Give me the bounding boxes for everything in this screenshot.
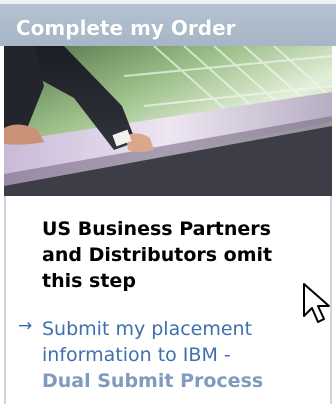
panel-header: Complete my Order (0, 4, 336, 46)
heading-line: and Distributors omit (42, 244, 273, 266)
link-line[interactable]: Submit my placement (42, 316, 332, 342)
panel-title: Complete my Order (16, 16, 236, 40)
link-subline[interactable]: Dual Submit Process (42, 368, 332, 394)
partners-notice-heading: US Business Partners and Distributors om… (42, 216, 328, 294)
panel-left-border (4, 196, 6, 404)
complete-order-panel: Complete my Order US Business Partners a… (0, 0, 336, 404)
submit-placement-link[interactable]: Submit my placement information to IBM -… (42, 316, 332, 394)
hero-image (4, 46, 332, 196)
arrow-right-icon: → (18, 316, 33, 336)
link-line[interactable]: information to IBM - (42, 342, 332, 368)
mouse-pointer-icon (303, 283, 330, 323)
heading-line: this step (42, 270, 136, 292)
hero-photo-illustration (4, 46, 332, 196)
heading-line: US Business Partners (42, 218, 271, 240)
